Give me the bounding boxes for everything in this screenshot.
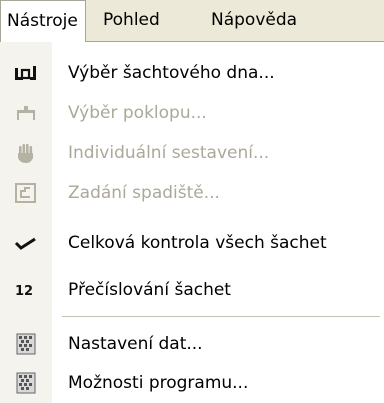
menu-separator [62, 316, 380, 317]
renumber-icon: 12 [14, 279, 38, 301]
menu-item-label: Výběr šachtového dna... [68, 63, 275, 83]
renumber-icon-text: 12 [15, 284, 33, 299]
menu-bar: Nástroje Pohled Nápověda [0, 0, 384, 42]
hand-icon [14, 142, 38, 164]
menu-item-individualni-sestaveni[interactable]: Individuální sestavení... [0, 133, 384, 173]
menu-item-label: Zadání spadiště... [68, 183, 220, 203]
menu-item-preciselovani-sachet[interactable]: 12 Přečíslování šachet [0, 270, 384, 310]
menu-item-celkova-kontrola[interactable]: Celková kontrola všech šachet [0, 223, 384, 263]
menu-item-label: Výběr poklopu... [68, 103, 207, 123]
checkmark-icon [14, 232, 38, 254]
menu-pohled[interactable]: Pohled [96, 0, 167, 41]
menu-item-label: Nastavení dat... [68, 334, 203, 354]
menu-item-label: Možnosti programu... [68, 373, 249, 393]
menu-item-label: Celková kontrola všech šachet [68, 233, 327, 253]
data-settings-icon [14, 333, 38, 355]
menu-item-nastaveni-dat[interactable]: Nastavení dat... [0, 324, 384, 364]
menu-item-zadani-spadiste[interactable]: Zadání spadiště... [0, 173, 384, 213]
manhole-cover-icon [14, 102, 38, 124]
program-options-icon [14, 372, 38, 394]
menu-nastroje[interactable]: Nástroje [0, 0, 86, 42]
nastroje-dropdown: Výběr šachtového dna... Výběr poklopu... [0, 42, 384, 403]
menu-item-label: Přečíslování šachet [68, 280, 231, 300]
menu-item-vyber-poklopu[interactable]: Výběr poklopu... [0, 93, 384, 133]
menu-item-vyber-sachtoveho-dna[interactable]: Výběr šachtového dna... [0, 53, 384, 93]
menu-napoveda[interactable]: Nápověda [204, 0, 304, 41]
menu-item-moznosti-programu[interactable]: Možnosti programu... [0, 363, 384, 403]
app-window: Nástroje Pohled Nápověda Výběr šachtovéh… [0, 0, 384, 403]
shaft-bottom-icon [14, 62, 38, 84]
menu-item-label: Individuální sestavení... [68, 143, 270, 163]
drop-shaft-icon [14, 182, 38, 204]
